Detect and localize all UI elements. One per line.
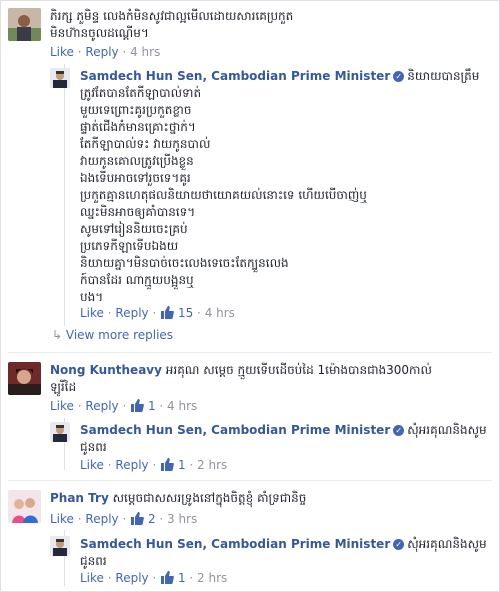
like-count[interactable]: 15 [178, 306, 193, 320]
reply-line: និយាយបានត្រឹម [407, 69, 480, 83]
avatar[interactable] [8, 490, 41, 523]
timestamp[interactable]: 2 hrs [197, 571, 227, 585]
timestamp[interactable]: 2 hrs [197, 458, 227, 472]
timestamp[interactable]: 4 hrs [130, 45, 160, 59]
reply-line: មួយទេព្រោះគូរប្រកួតខ្លាច [80, 103, 192, 117]
comment-text: Phan Try សម្តេចជាសសរទ្រូងនៅក្នុងចិត្តខ្ញ… [50, 490, 490, 507]
reply-line: បង។ [80, 290, 104, 304]
like-count[interactable]: 1 [178, 571, 186, 585]
view-more-replies[interactable]: ↳ View more replies [52, 328, 173, 342]
avatar[interactable] [8, 362, 41, 395]
reply-line: សុំអរគុណនិងសូម [407, 423, 487, 437]
like-link[interactable]: Like [50, 45, 74, 59]
reply-text: Samdech Hun Sen, Cambodian Prime Ministe… [80, 536, 490, 570]
reply-line: និយាយគ្នា។មិនបាច់ចេះលេងទេចេះតែក្បួនលេង [80, 256, 289, 270]
reply-link[interactable]: Reply [85, 512, 118, 526]
thumbs-up-icon [160, 571, 175, 587]
like-count[interactable]: 1 [178, 458, 186, 472]
reply-link[interactable]: Reply [115, 571, 148, 585]
comment-text: Nong Kuntheavy អរគុណ សម្តេច ក្មួយទើបដើចប… [50, 362, 490, 396]
author-name[interactable]: Phan Try [50, 491, 109, 505]
thumbs-up-icon [160, 458, 175, 474]
like-link[interactable]: Like [80, 458, 104, 472]
divider [8, 480, 492, 481]
reply-line: ប្រភេទកីឡាទើបឯងយ [80, 239, 179, 253]
reply-text: Samdech Hun Sen, Cambodian Prime Ministe… [80, 68, 490, 306]
comment-line: ភិរក្ស ភួមិន្ទ លេងកំមិនសូវជាល្អមើលដោយសារ… [50, 9, 294, 23]
thumbs-up-icon [160, 306, 175, 322]
author-name[interactable]: Samdech Hun Sen, Cambodian Prime Ministe… [80, 423, 390, 437]
comment-actions: Like · Reply · 4 hrs [50, 45, 161, 59]
avatar[interactable] [8, 8, 41, 41]
view-more-label[interactable]: View more replies [66, 328, 173, 342]
verified-badge-icon: ✓ [393, 425, 405, 436]
reply-line: វាយកូនគោលត្រូវប្រើងខ្លួន [80, 154, 194, 168]
reply-line: ជូនពរ [80, 554, 107, 568]
reply-link[interactable]: Reply [85, 399, 118, 413]
like-count[interactable]: 1 [148, 399, 156, 413]
reply-line: ក៍បានដែរ ណាក្មួយបង្អួនឬ [80, 273, 194, 287]
avatar[interactable] [50, 422, 70, 442]
reply-actions: Like · Reply · 15 · 4 hrs [80, 306, 235, 322]
reply-line: ជូនពរ [80, 440, 107, 454]
comment-line: ឡូរីដៃ [50, 380, 77, 394]
reply-link[interactable]: Reply [85, 45, 118, 59]
reply-line: ឈ្នះមិនអាចឲ្យគាំបានទេ។ [80, 205, 196, 219]
divider [8, 352, 492, 353]
reply-line: ប្រកួតគ្មានហេតុផលនិយាយថាយោគយល់នោះទេ ហើយប… [80, 188, 367, 202]
verified-badge-icon: ✓ [393, 71, 405, 82]
reply-line: ផ្ទាត់ជើងកំមានគ្រោះថ្នាក់។ [80, 120, 196, 134]
avatar[interactable] [50, 68, 70, 88]
timestamp[interactable]: 4 hrs [167, 399, 197, 413]
reply-line: ឯងទើបអាចទៅរួចទេ។គូរ [80, 171, 191, 185]
reply-line: សុំអរគុណនិងសូម [407, 537, 487, 551]
thumbs-up-icon [130, 399, 145, 415]
comment-text: ភិរក្ស ភួមិន្ទ លេងកំមិនសូវជាល្អមើលដោយសារ… [50, 8, 490, 42]
reply-arrow-icon: ↳ [52, 328, 63, 342]
reply-link[interactable]: Reply [115, 458, 148, 472]
comment-line: សម្តេចជាសសរទ្រូងនៅក្នុងចិត្តខ្ញុំ គាំទ្រ… [112, 491, 307, 505]
author-name[interactable]: Nong Kuntheavy [50, 363, 162, 377]
comment-line: មិនហ៊ានចូលដណ្តើម។ [50, 26, 149, 40]
verified-badge-icon: ✓ [393, 539, 405, 550]
like-link[interactable]: Like [50, 512, 74, 526]
thumbs-up-icon [130, 512, 145, 528]
reply-line: សូមទៅរៀននិយចេះគ្រប់ [80, 222, 188, 236]
comment-line: អរគុណ សម្តេច ក្មួយទើបដើចប់ដៃ 1ម៉ោងបានជាង… [165, 363, 432, 377]
like-link[interactable]: Like [50, 399, 74, 413]
author-name[interactable]: Samdech Hun Sen, Cambodian Prime Ministe… [80, 537, 390, 551]
reply-link[interactable]: Reply [115, 306, 148, 320]
comment-actions: Like · Reply · 1 · 4 hrs [50, 399, 198, 415]
like-link[interactable]: Like [80, 571, 104, 585]
author-name[interactable]: Samdech Hun Sen, Cambodian Prime Ministe… [80, 69, 390, 83]
like-count[interactable]: 2 [148, 512, 156, 526]
like-link[interactable]: Like [80, 306, 104, 320]
reply-line: តែកីឡាបាល់ទះ វាយកូនបាល់ [80, 137, 211, 151]
reply-actions: Like · Reply · 1 · 2 hrs [80, 571, 228, 587]
comment-actions: Like · Reply · 2 · 3 hrs [50, 512, 198, 528]
thread-line [64, 64, 65, 326]
avatar[interactable] [50, 536, 70, 556]
reply-text: Samdech Hun Sen, Cambodian Prime Ministe… [80, 422, 490, 456]
reply-actions: Like · Reply · 1 · 2 hrs [80, 458, 228, 474]
reply-line: ត្រូវតែបានតែកីឡាបាល់ទាត់ [80, 86, 202, 100]
timestamp[interactable]: 4 hrs [205, 306, 235, 320]
timestamp[interactable]: 3 hrs [167, 512, 197, 526]
